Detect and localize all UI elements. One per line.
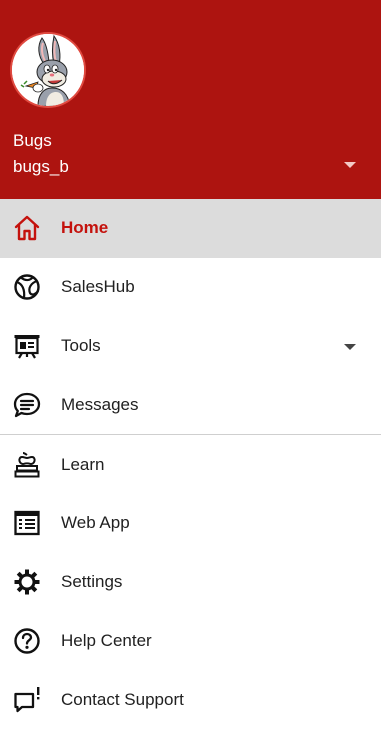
- menu-item-label: Contact Support: [61, 689, 184, 709]
- menu-item-messages[interactable]: Messages: [0, 375, 381, 434]
- chat-bubble-icon: [13, 391, 41, 419]
- user-handle: bugs_b: [13, 157, 69, 176]
- menu-item-home[interactable]: Home: [0, 199, 381, 258]
- menu-item-learn[interactable]: Learn: [0, 435, 381, 494]
- menu-item-tools[interactable]: Tools: [0, 317, 381, 376]
- menu-item-settings[interactable]: Settings: [0, 553, 381, 612]
- caret-down-icon: [344, 162, 356, 168]
- user-name: Bugs: [13, 131, 52, 150]
- menu-item-label: Tools: [61, 335, 101, 355]
- menu-item-label: Settings: [61, 572, 123, 592]
- menu-item-contact-support[interactable]: Contact Support: [0, 670, 381, 729]
- expand-caret-icon[interactable]: [338, 337, 362, 357]
- menu-item-label: SalesHub: [61, 277, 135, 297]
- menu-item-label: Learn: [61, 454, 105, 474]
- menu-item-label: Help Center: [61, 630, 152, 650]
- drawer-header: Bugs bugs_b: [0, 0, 381, 199]
- browser-window-icon: [13, 509, 41, 537]
- menu-item-web-app[interactable]: Web App: [0, 494, 381, 553]
- avatar[interactable]: [12, 34, 84, 106]
- globe-icon: [13, 273, 41, 301]
- menu-item-label: Home: [61, 218, 109, 238]
- menu-item-label: Web App: [61, 513, 130, 533]
- support-chat-icon: [13, 686, 41, 714]
- menu-item-help-center[interactable]: Help Center: [0, 612, 381, 671]
- account-switcher-toggle[interactable]: [336, 154, 364, 176]
- bunny-avatar-icon: [12, 34, 84, 106]
- navigation-menu: Home SalesHub Tools Messages Learn Web A…: [0, 199, 381, 729]
- presentation-board-icon: [13, 332, 41, 360]
- book-stack-apple-icon: [13, 451, 41, 479]
- home-icon: [13, 214, 41, 242]
- gear-icon: [13, 568, 41, 596]
- menu-item-label: Messages: [61, 394, 139, 414]
- question-circle-icon: [13, 627, 41, 655]
- menu-item-saleshub[interactable]: SalesHub: [0, 258, 381, 317]
